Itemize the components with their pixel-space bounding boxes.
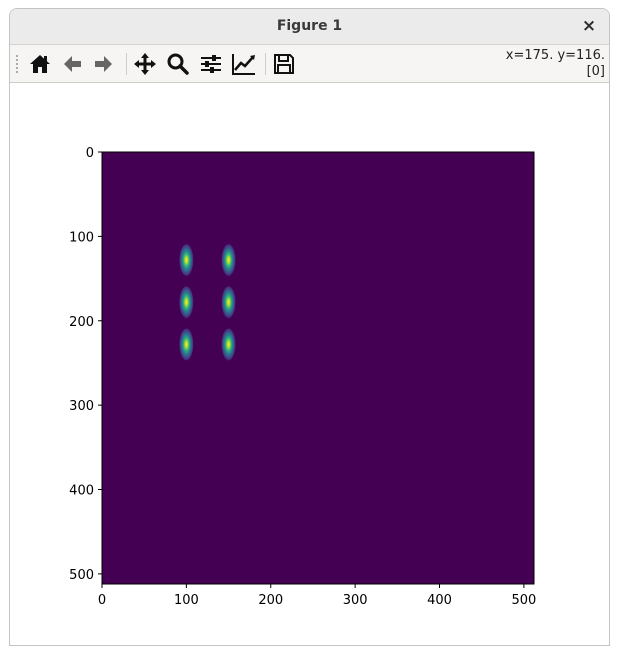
home-icon xyxy=(30,55,50,73)
heatmap-peak xyxy=(221,243,236,277)
configure-subplots-icon xyxy=(201,55,221,73)
coords-line-1: x=175. y=116. xyxy=(505,48,605,63)
edit-axis-button[interactable] xyxy=(230,51,258,77)
save-button[interactable] xyxy=(270,51,298,77)
y-tick-label: 500 xyxy=(69,568,94,583)
x-tick-label: 0 xyxy=(98,593,106,608)
x-tick-label: 500 xyxy=(511,593,536,608)
y-tick-label: 100 xyxy=(69,230,94,245)
toolbar-separator xyxy=(265,53,266,75)
coords-line-2: [0] xyxy=(586,64,605,79)
x-tick-label: 400 xyxy=(427,593,452,608)
x-tick-label: 100 xyxy=(174,593,199,608)
heatmap-peak xyxy=(178,285,194,320)
y-tick-label: 400 xyxy=(69,484,94,499)
title-bar[interactable]: Figure 1 × xyxy=(10,9,609,45)
cursor-coordinates: x=175. y=116. [0] xyxy=(485,48,605,80)
heatmap-peak xyxy=(221,285,236,320)
y-tick-label: 300 xyxy=(69,399,94,414)
toolbar-grip[interactable] xyxy=(16,55,18,73)
back-arrow-icon xyxy=(64,56,81,72)
forward-button[interactable] xyxy=(90,51,118,77)
x-axis: 0 100 200 300 400 500 xyxy=(98,584,536,608)
figure-canvas[interactable]: 0 100 200 300 400 500 0 100 200 300 400 500 xyxy=(10,83,609,646)
heatmap-image xyxy=(102,152,534,584)
x-tick-label: 200 xyxy=(258,593,283,608)
zoom-button[interactable] xyxy=(164,51,192,77)
figure-window: Figure 1 × x=175. y=116. [0] 0 100 200 3… xyxy=(9,8,610,646)
y-tick-label: 200 xyxy=(69,315,94,330)
pan-button[interactable] xyxy=(131,51,159,77)
save-icon xyxy=(274,54,294,74)
heatmap-peak xyxy=(221,327,236,362)
back-button[interactable] xyxy=(58,51,86,77)
configure-subplots-button[interactable] xyxy=(197,51,225,77)
zoom-icon xyxy=(167,53,189,75)
forward-arrow-icon xyxy=(95,56,112,72)
y-tick-label: 0 xyxy=(86,146,94,161)
home-button[interactable] xyxy=(26,51,54,77)
heatmap-peak xyxy=(178,243,194,277)
close-button[interactable]: × xyxy=(579,16,599,36)
toolbar-separator xyxy=(126,53,127,75)
window-title: Figure 1 xyxy=(276,18,343,34)
edit-axis-icon xyxy=(232,54,255,75)
heatmap-background xyxy=(102,152,534,584)
heatmap-peak xyxy=(178,327,194,362)
pan-icon xyxy=(134,53,156,75)
y-axis: 0 100 200 300 400 500 xyxy=(69,146,102,583)
navigation-toolbar: x=175. y=116. [0] xyxy=(10,45,609,83)
plot-svg[interactable]: 0 100 200 300 400 500 0 100 200 300 400 500 xyxy=(10,83,609,646)
x-tick-label: 300 xyxy=(343,593,368,608)
